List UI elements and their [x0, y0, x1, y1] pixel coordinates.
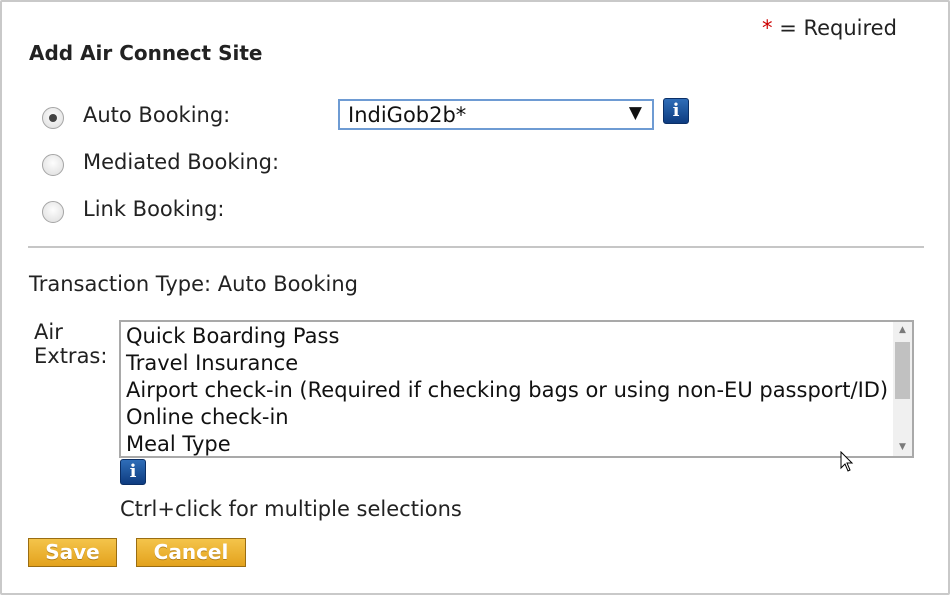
radio-auto-booking-label[interactable]: Auto Booking:: [83, 103, 230, 127]
dialog-title: Add Air Connect Site: [29, 41, 263, 65]
info-icon[interactable]: i: [120, 459, 146, 485]
radio-mediated-booking-row[interactable]: Mediated Booking:: [42, 150, 279, 176]
radio-auto-booking-row[interactable]: Auto Booking:: [42, 103, 230, 129]
required-note: * = Required: [762, 16, 897, 40]
required-star: *: [762, 16, 773, 40]
air-extras-listbox[interactable]: Quick Boarding Pass Travel Insurance Air…: [119, 320, 914, 458]
info-icon[interactable]: i: [663, 98, 689, 124]
radio-mediated-booking-label[interactable]: Mediated Booking:: [83, 150, 279, 174]
air-extras-option[interactable]: Online check-in: [126, 405, 289, 429]
air-extras-label-line2: Extras:: [34, 344, 108, 368]
cancel-button[interactable]: Cancel: [136, 538, 246, 567]
radio-link-booking-row[interactable]: Link Booking:: [42, 197, 225, 223]
scroll-up-arrow-icon[interactable]: ▲: [893, 322, 912, 339]
air-extras-option[interactable]: Meal Type: [126, 432, 231, 456]
air-extras-option[interactable]: Quick Boarding Pass: [126, 324, 339, 348]
section-divider: [28, 246, 924, 248]
air-extras-label: Air Extras:: [34, 320, 107, 368]
air-extras-option[interactable]: Travel Insurance: [126, 351, 298, 375]
scroll-down-arrow-icon[interactable]: ▼: [893, 439, 912, 456]
multi-select-hint: Ctrl+click for multiple selections: [120, 497, 462, 521]
radio-mediated-booking[interactable]: [42, 154, 64, 176]
radio-link-booking-label[interactable]: Link Booking:: [83, 197, 225, 221]
chevron-down-icon[interactable]: ▼: [629, 103, 642, 123]
site-select[interactable]: IndiGob2b* ▼: [338, 99, 654, 130]
transaction-type-text: Transaction Type: Auto Booking: [29, 272, 358, 296]
mouse-cursor-icon: [840, 451, 854, 472]
radio-auto-booking[interactable]: [42, 107, 64, 129]
air-extras-label-line1: Air: [34, 320, 63, 344]
save-button[interactable]: Save: [28, 538, 117, 567]
air-extras-option[interactable]: Airport check-in (Required if checking b…: [126, 378, 888, 402]
scrollbar-thumb[interactable]: [895, 342, 910, 399]
radio-link-booking[interactable]: [42, 201, 64, 223]
site-select-value: IndiGob2b*: [348, 103, 467, 127]
required-text: = Required: [779, 16, 897, 40]
listbox-scrollbar[interactable]: ▲ ▼: [893, 322, 912, 456]
